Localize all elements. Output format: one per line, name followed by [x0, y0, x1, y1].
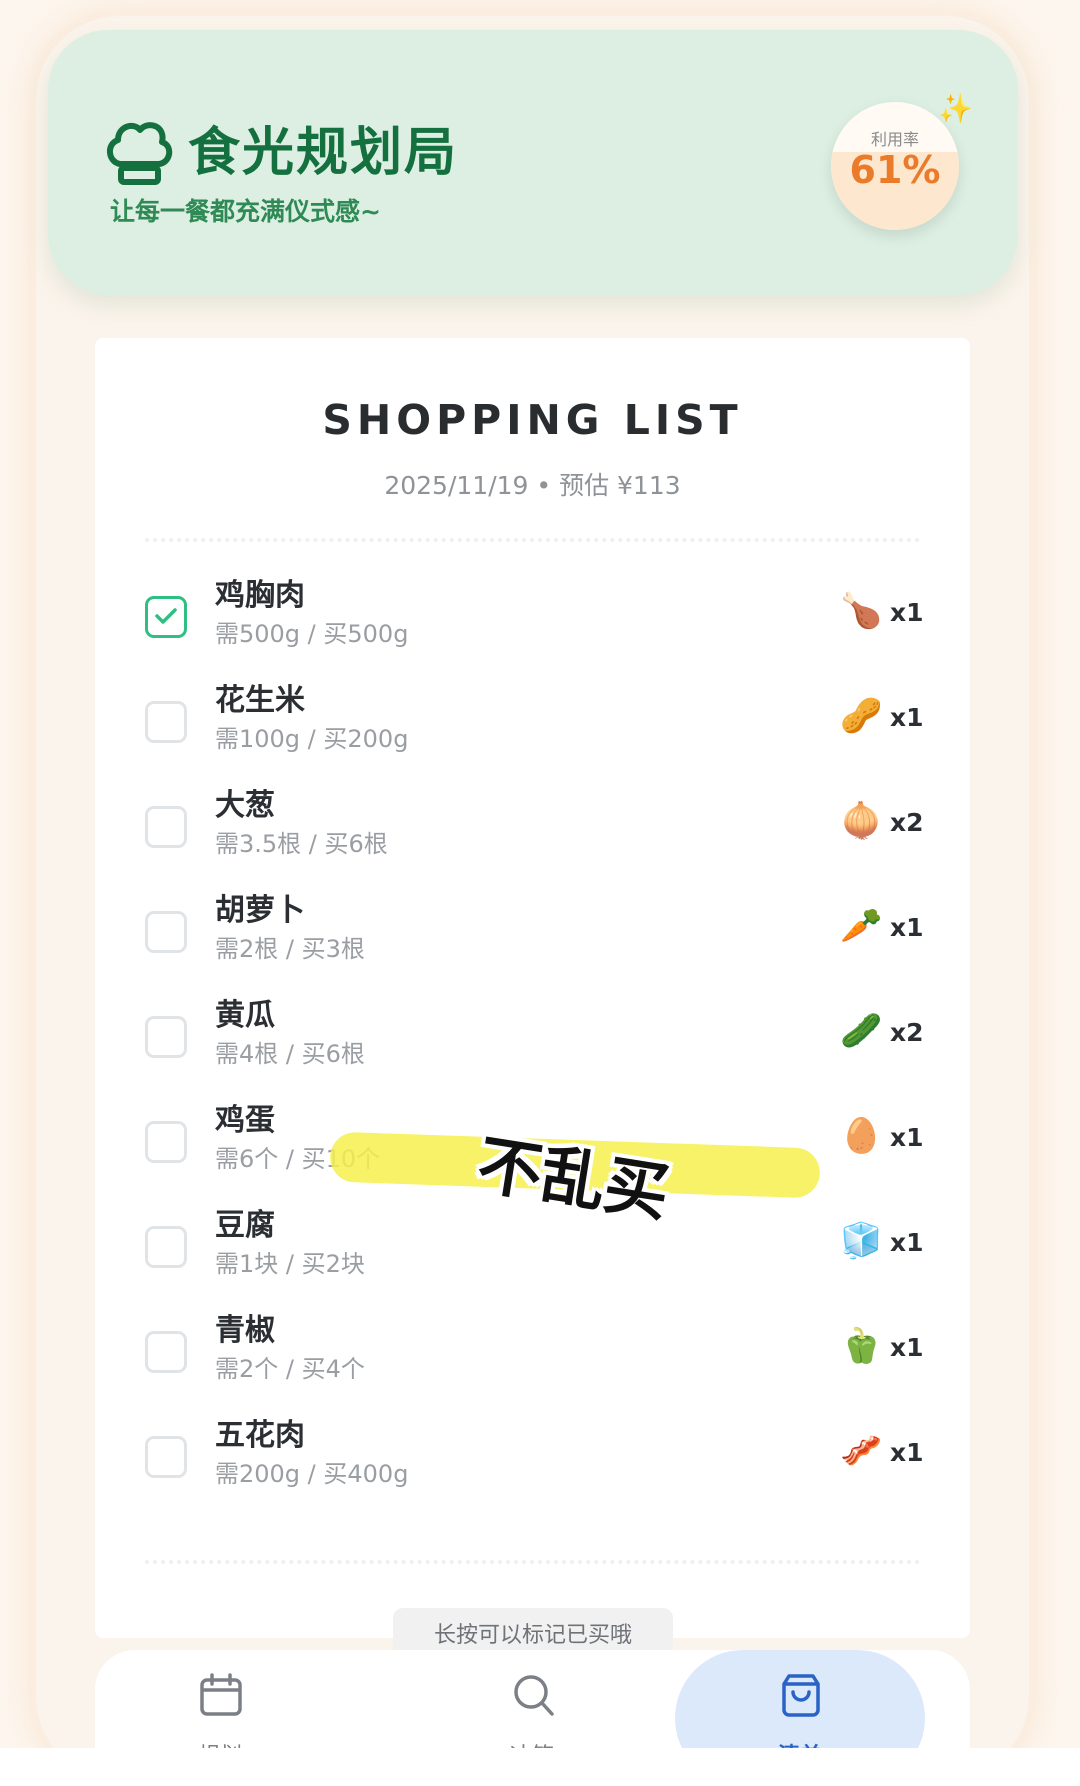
item-quantity: x1 [890, 1123, 924, 1152]
item-checkbox[interactable] [145, 806, 187, 848]
list-item[interactable]: 青椒需2个 / 买4个 🫑 x1 [145, 1305, 935, 1410]
item-detail: 需500g / 买500g [215, 620, 409, 648]
item-name: 黄瓜 [215, 998, 275, 1033]
item-name: 花生米 [215, 683, 305, 718]
item-checkbox[interactable] [145, 911, 187, 953]
screen-bottom-edge [0, 1748, 1080, 1786]
item-name: 大葱 [215, 788, 275, 823]
shopping-bag-icon [782, 1674, 820, 1717]
search-icon [514, 1675, 554, 1716]
app-subtitle: 让每一餐都充满仪式感~ [110, 197, 381, 226]
carrot-icon: 🥕 [840, 906, 883, 946]
bacon-icon: 🥓 [840, 1431, 883, 1471]
utilization-badge[interactable]: 利用率 61% [831, 102, 959, 230]
item-quantity: x1 [890, 598, 924, 627]
item-name: 鸡胸肉 [215, 578, 305, 613]
item-name: 豆腐 [215, 1208, 275, 1243]
cucumber-icon: 🥒 [840, 1011, 883, 1051]
item-quantity: x2 [890, 1018, 924, 1047]
divider-top [145, 538, 920, 542]
item-name: 五花肉 [215, 1418, 305, 1453]
item-checkbox[interactable] [145, 701, 187, 743]
item-name: 鸡蛋 [215, 1103, 275, 1138]
item-detail: 需1块 / 买2块 [215, 1250, 365, 1278]
utilization-value: 61% [849, 148, 941, 192]
item-detail: 需2个 / 买4个 [215, 1355, 365, 1383]
list-item[interactable]: 鸡胸肉需500g / 买500g 🍗 x1 [145, 570, 935, 675]
item-quantity: x1 [890, 1333, 924, 1362]
check-icon [155, 608, 177, 624]
item-detail: 需2根 / 买3根 [215, 935, 365, 963]
item-checkbox[interactable] [145, 596, 187, 638]
item-checkbox[interactable] [145, 1121, 187, 1163]
app-title: 食光规划局 [188, 123, 459, 183]
item-checkbox[interactable] [145, 1016, 187, 1058]
item-checkbox[interactable] [145, 1226, 187, 1268]
egg-icon: 🥚 [840, 1116, 883, 1156]
item-quantity: x1 [890, 1438, 924, 1467]
onion-icon: 🧅 [840, 801, 883, 841]
item-quantity: x1 [890, 1228, 924, 1257]
item-detail: 需200g / 买400g [215, 1460, 409, 1488]
item-detail: 需3.5根 / 买6根 [215, 830, 388, 858]
shopping-list-card: SHOPPING LIST 2025/11/19 • 预估 ¥113 鸡胸肉需5… [95, 338, 970, 1638]
item-name: 青椒 [215, 1313, 275, 1348]
item-checkbox[interactable] [145, 1436, 187, 1478]
peanut-icon: 🥜 [840, 696, 883, 736]
list-item[interactable]: 五花肉需200g / 买400g 🥓 x1 [145, 1410, 935, 1515]
item-quantity: x1 [890, 913, 924, 942]
sparkle-icon: ✨ [938, 92, 973, 125]
app-header: 食光规划局 让每一餐都充满仪式感~ ✨ 利用率 61% [48, 30, 1018, 295]
item-detail: 需100g / 买200g [215, 725, 409, 753]
utilization-label: 利用率 [870, 130, 919, 149]
tofu-icon: 🧊 [840, 1221, 883, 1261]
list-item[interactable]: 豆腐需1块 / 买2块 🧊 x1 [145, 1200, 935, 1305]
item-quantity: x1 [890, 703, 924, 732]
list-item[interactable]: 大葱需3.5根 / 买6根 🧅 x2 [145, 780, 935, 885]
list-title: SHOPPING LIST [322, 396, 743, 444]
item-name: 胡萝卜 [215, 893, 305, 928]
list-date-estimate: 2025/11/19 • 预估 ¥113 [384, 471, 681, 500]
calendar-icon [200, 1673, 242, 1716]
green-pepper-icon: 🫑 [840, 1326, 883, 1366]
chicken-leg-icon: 🍗 [840, 591, 883, 631]
list-item[interactable]: 胡萝卜需2根 / 买3根 🥕 x1 [145, 885, 935, 990]
item-detail: 需4根 / 买6根 [215, 1040, 365, 1068]
list-item[interactable]: 黄瓜需4根 / 买6根 🥒 x2 [145, 990, 935, 1095]
item-checkbox[interactable] [145, 1331, 187, 1373]
chef-hat-icon [107, 122, 173, 185]
list-item[interactable]: 花生米需100g / 买200g 🥜 x1 [145, 675, 935, 780]
divider-bottom [145, 1560, 920, 1564]
item-quantity: x2 [890, 808, 924, 837]
